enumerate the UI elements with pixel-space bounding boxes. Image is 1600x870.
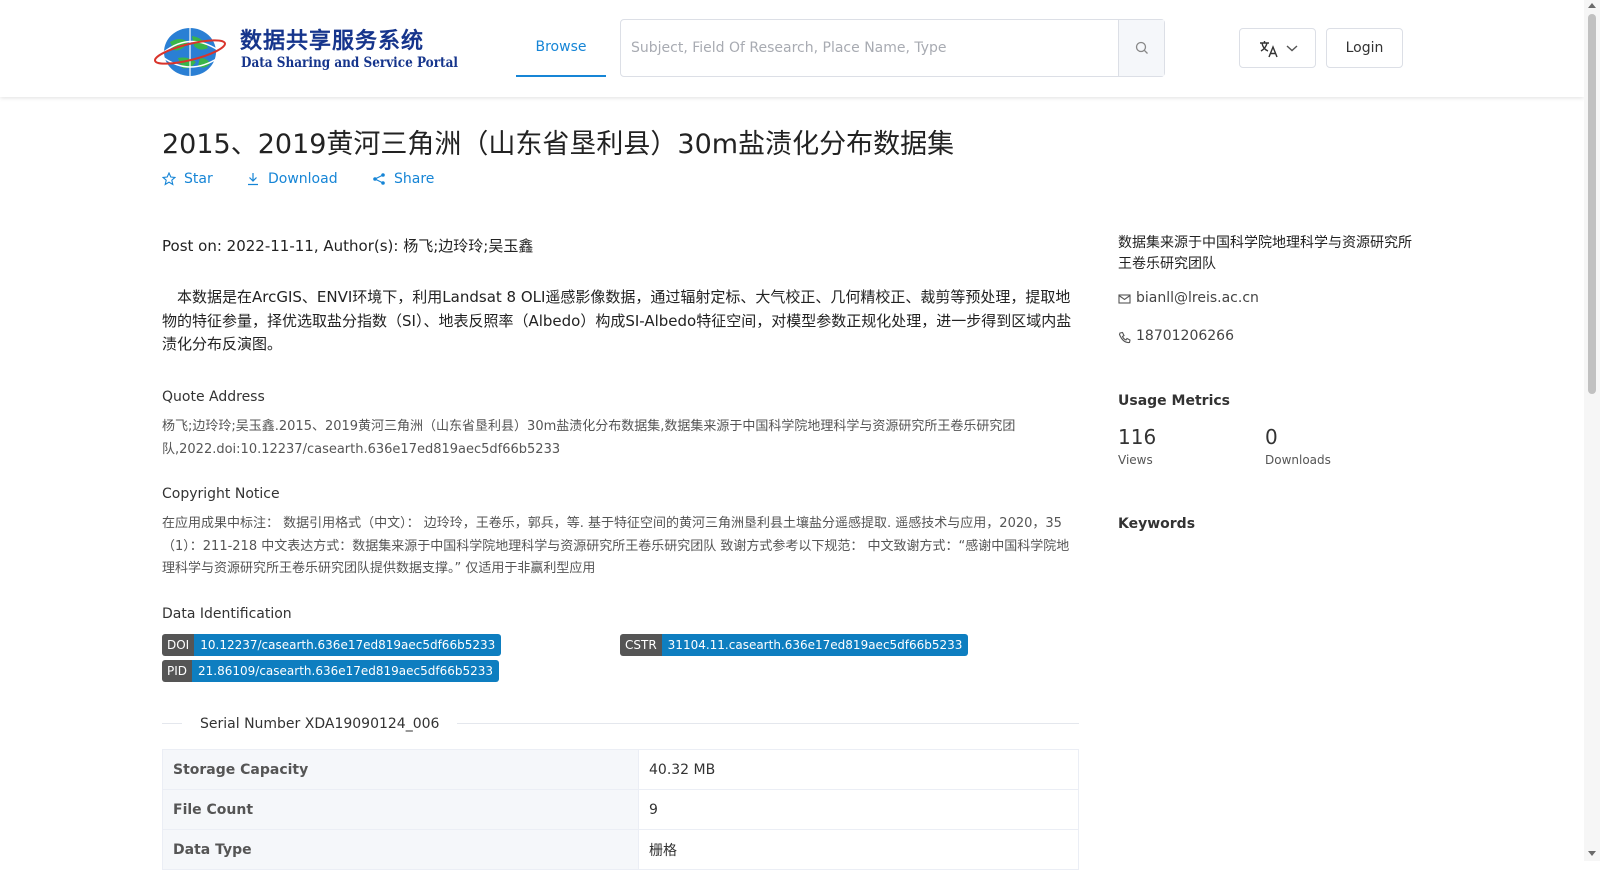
- metadata-key: File Count: [162, 789, 639, 830]
- logo-english-title: Data Sharing and Service Portal: [241, 55, 458, 71]
- login-button[interactable]: Login: [1326, 28, 1403, 68]
- page-scrollbar[interactable]: [1584, 0, 1600, 861]
- metadata-key: Data Type: [162, 829, 639, 870]
- copyright-notice-text: 在应用成果中标注： 数据引用格式（中文）： 边玲玲，王卷乐，郭兵，等. 基于特征…: [162, 516, 1070, 576]
- share-icon: [373, 173, 385, 185]
- globe-logo-icon: [154, 28, 226, 76]
- doi-value: 10.12237/casearth.636e17ed819aec5df66b52…: [194, 634, 502, 656]
- table-row: File Count 9: [162, 789, 1079, 830]
- metadata-value: 9: [638, 789, 1079, 830]
- nav-browse-tab[interactable]: Browse: [516, 20, 606, 77]
- pid-key: PID: [162, 660, 193, 682]
- cstr-badge[interactable]: CSTR 31104.11.casearth.636e17ed819aec5df…: [620, 634, 969, 656]
- share-label: Share: [394, 171, 435, 187]
- phone-text: 18701206266: [1136, 328, 1234, 344]
- pid-value: 21.86109/casearth.636e17ed819aec5df66b52…: [192, 660, 500, 682]
- download-icon: [248, 173, 258, 186]
- views-label: Views: [1118, 453, 1153, 467]
- post-info: Post on: 2022-11-11, Author(s): 杨飞;边玲玲;吴…: [162, 237, 534, 255]
- quote-address-label: Quote Address: [162, 389, 265, 405]
- doi-key: DOI: [162, 634, 195, 656]
- views-count: 116: [1118, 425, 1157, 449]
- search-icon: [1135, 41, 1148, 54]
- keywords-heading: Keywords: [1118, 516, 1196, 532]
- scroll-down-arrow-icon[interactable]: [1588, 851, 1596, 856]
- search-button[interactable]: [1118, 20, 1164, 76]
- search-box: [620, 19, 1165, 77]
- cstr-value: 31104.11.casearth.636e17ed819aec5df66b52…: [661, 634, 969, 656]
- portal-logo[interactable]: 数据共享服务系统 Data Sharing and Service Portal: [152, 18, 458, 80]
- metadata-value: 40.32 MB: [638, 749, 1079, 790]
- data-identification-label: Data Identification: [162, 606, 292, 622]
- usage-metrics-heading: Usage Metrics: [1118, 393, 1230, 409]
- scroll-up-arrow-icon[interactable]: [1588, 3, 1596, 8]
- serial-number: Serial Number XDA19090124_006: [182, 716, 458, 732]
- table-row: Storage Capacity 40.32 MB: [162, 749, 1079, 790]
- email-text: bianll@lreis.ac.cn: [1136, 290, 1259, 306]
- star-label: Star: [184, 171, 213, 187]
- downloads-label: Downloads: [1265, 453, 1331, 467]
- cstr-key: CSTR: [620, 634, 662, 656]
- copyright-notice-label: Copyright Notice: [162, 486, 280, 502]
- dataset-description: 本数据是在ArcGIS、ENVI环境下，利用Landsat 8 OLI遥感影像数…: [162, 288, 1072, 353]
- mail-icon: [1118, 294, 1131, 304]
- dataset-metadata-table: Storage Capacity 40.32 MB File Count 9 D…: [162, 749, 1079, 870]
- metadata-key: Storage Capacity: [162, 749, 639, 790]
- table-row: Data Type 栅格: [162, 829, 1079, 870]
- translate-icon: [1260, 41, 1278, 58]
- download-label: Download: [268, 171, 338, 187]
- doi-badge[interactable]: DOI 10.12237/casearth.636e17ed819aec5df6…: [162, 634, 502, 656]
- downloads-count: 0: [1265, 425, 1278, 449]
- top-header: 数据共享服务系统 Data Sharing and Service Portal…: [0, 0, 1584, 97]
- language-switch-button[interactable]: [1239, 28, 1316, 68]
- search-input[interactable]: [621, 20, 1119, 76]
- pid-badge[interactable]: PID 21.86109/casearth.636e17ed819aec5df6…: [162, 660, 500, 682]
- phone-icon: [1118, 331, 1131, 344]
- metadata-value: 栅格: [638, 829, 1079, 870]
- scrollbar-thumb[interactable]: [1588, 14, 1596, 394]
- data-source-org: 数据集来源于中国科学院地理科学与资源研究所王卷乐研究团队: [1118, 235, 1412, 272]
- dataset-title: 2015、2019黄河三角洲（山东省垦利县）30m盐渍化分布数据集: [162, 129, 955, 160]
- logo-chinese-title: 数据共享服务系统: [240, 29, 425, 54]
- quote-address-text: 杨飞;边玲玲;吴玉鑫.2015、2019黄河三角洲（山东省垦利县）30m盐渍化分…: [162, 419, 1016, 457]
- star-icon: [162, 172, 176, 186]
- chevron-down-icon: [1286, 45, 1298, 52]
